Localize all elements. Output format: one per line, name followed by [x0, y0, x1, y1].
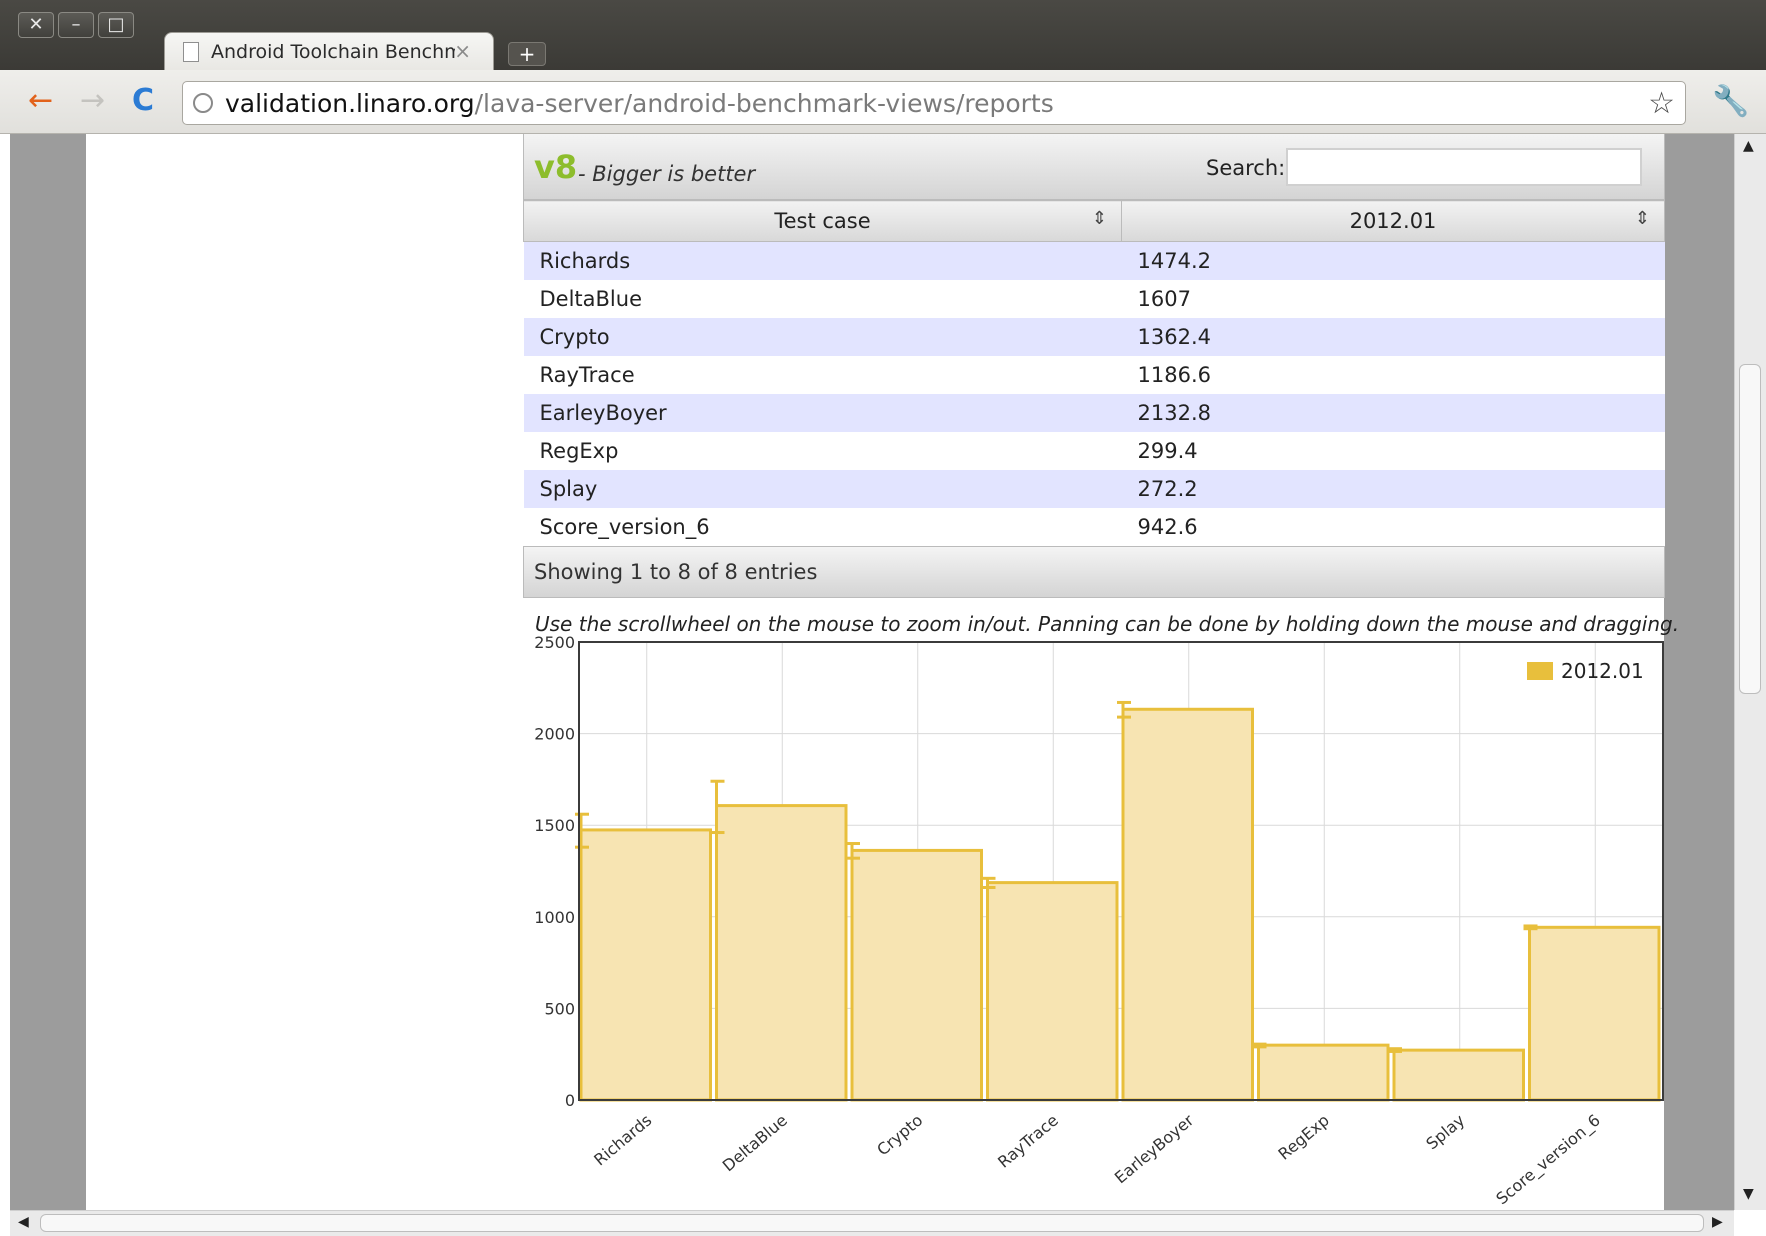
- scroll-left-icon[interactable]: ◀: [18, 1214, 29, 1230]
- y-tick-label: 2000: [534, 725, 575, 744]
- window-titlebar: ✕ – □ Android Toolchain Benchm × +: [0, 0, 1766, 72]
- reload-icon[interactable]: C: [132, 84, 154, 118]
- cell-value: 2132.8: [1121, 394, 1665, 432]
- scroll-right-icon[interactable]: ▶: [1712, 1214, 1723, 1230]
- cell-test-case: Splay: [523, 470, 1122, 508]
- sort-icon[interactable]: ⇕: [1635, 208, 1650, 229]
- page-icon: [183, 42, 199, 62]
- x-tick-label: Score_version_6: [1492, 1111, 1604, 1210]
- cell-test-case: RegExp: [523, 432, 1122, 470]
- legend-swatch: [1527, 662, 1553, 680]
- search-input[interactable]: [1286, 148, 1642, 186]
- browser-tab[interactable]: Android Toolchain Benchm ×: [164, 32, 494, 72]
- window-minimize-button[interactable]: –: [58, 12, 94, 38]
- cell-test-case: EarleyBoyer: [523, 394, 1122, 432]
- wrench-icon[interactable]: 🔧: [1712, 84, 1749, 119]
- bar: [1121, 707, 1254, 1102]
- column-header-label: 2012.01: [1349, 209, 1437, 233]
- bar: [1392, 1048, 1525, 1102]
- x-tick-label: Crypto: [873, 1111, 926, 1160]
- scroll-down-icon[interactable]: ▼: [1743, 1186, 1754, 1202]
- cell-value: 299.4: [1121, 432, 1665, 470]
- benchmark-panel: v8 - Bigger is better Search: Test case ⇕…: [523, 134, 1665, 598]
- cell-value: 272.2: [1121, 470, 1665, 508]
- benchmark-table: Test case ⇕ 2012.01 ⇕ Richards 1474.2 Delta…: [523, 200, 1665, 546]
- cell-test-case: Score_version_6: [523, 508, 1122, 546]
- new-tab-button[interactable]: +: [508, 42, 546, 66]
- y-tick-label: 1000: [534, 908, 575, 927]
- cell-test-case: Richards: [523, 241, 1122, 280]
- y-tick-label: 0: [565, 1091, 575, 1110]
- vertical-scroll-thumb[interactable]: [1739, 364, 1761, 694]
- browser-toolbar: ← → C validation.linaro.org/lava-server/…: [0, 70, 1766, 134]
- table-row: Richards 1474.2: [523, 241, 1665, 280]
- x-tick-label: Splay: [1422, 1111, 1468, 1154]
- forward-arrow-icon[interactable]: →: [80, 84, 105, 118]
- window-maximize-button[interactable]: □: [98, 12, 134, 38]
- tab-title: Android Toolchain Benchm: [211, 41, 455, 63]
- bar: [1257, 1043, 1390, 1102]
- benchmark-chart[interactable]: 0 500 1000 1500 2000 2500 Richards DeltaBlue Cry…: [523, 634, 1665, 1210]
- cell-value: 942.6: [1121, 508, 1665, 546]
- table-row: EarleyBoyer 2132.8: [523, 394, 1665, 432]
- chart-hint: Use the scrollwheel on the mouse to zoom…: [535, 612, 1680, 636]
- y-tick-label: 1500: [534, 816, 575, 835]
- bar: [715, 804, 848, 1102]
- x-tick-label: Richards: [590, 1111, 655, 1170]
- table-row: DeltaBlue 1607: [523, 280, 1665, 318]
- cell-test-case: Crypto: [523, 318, 1122, 356]
- table-row: Score_version_6 942.6: [523, 508, 1665, 546]
- horizontal-scroll-thumb[interactable]: [40, 1214, 1704, 1232]
- column-header-test-case[interactable]: Test case ⇕: [523, 200, 1122, 242]
- table-row: RegExp 299.4: [523, 432, 1665, 470]
- bar: [850, 848, 983, 1102]
- table-row: RayTrace 1186.6: [523, 356, 1665, 394]
- bar: [579, 828, 712, 1102]
- url-host: validation.linaro.org: [225, 89, 475, 118]
- tab-close-icon[interactable]: ×: [454, 39, 471, 63]
- x-tick-label: RegExp: [1275, 1111, 1333, 1164]
- column-header-label: Test case: [774, 209, 871, 233]
- page-content: v8 - Bigger is better Search: Test case ⇕…: [86, 134, 1679, 1210]
- window-close-button[interactable]: ✕: [18, 12, 54, 38]
- url-text[interactable]: validation.linaro.org/lava-server/androi…: [225, 89, 1054, 118]
- table-row: Crypto 1362.4: [523, 318, 1665, 356]
- search-label: Search:: [1206, 156, 1286, 180]
- benchmark-header: v8 - Bigger is better Search:: [523, 134, 1665, 200]
- bookmark-star-icon[interactable]: ☆: [1648, 86, 1675, 121]
- table-info-footer: Showing 1 to 8 of 8 entries: [523, 546, 1665, 598]
- horizontal-scrollbar[interactable]: ◀ ▶: [10, 1210, 1734, 1236]
- y-tick-label: 2500: [534, 634, 575, 652]
- cell-test-case: RayTrace: [523, 356, 1122, 394]
- bar: [986, 881, 1119, 1102]
- cell-value: 1607: [1121, 280, 1665, 318]
- scroll-up-icon[interactable]: ▲: [1743, 138, 1754, 154]
- x-tick-label: DeltaBlue: [719, 1111, 791, 1176]
- window-controls: ✕ – □: [18, 12, 134, 38]
- cell-value: 1186.6: [1121, 356, 1665, 394]
- column-header-2012-01[interactable]: 2012.01 ⇕: [1121, 200, 1665, 242]
- y-tick-label: 500: [544, 999, 575, 1018]
- benchmark-name: v8: [534, 148, 578, 186]
- x-tick-label: RayTrace: [994, 1111, 1062, 1172]
- bar: [1528, 925, 1661, 1102]
- back-arrow-icon[interactable]: ←: [28, 84, 53, 118]
- cell-value: 1474.2: [1121, 241, 1665, 280]
- vertical-scrollbar[interactable]: ▲ ▼: [1734, 134, 1766, 1210]
- address-bar[interactable]: validation.linaro.org/lava-server/androi…: [182, 81, 1686, 125]
- x-tick-label: EarleyBoyer: [1111, 1110, 1198, 1187]
- cell-test-case: DeltaBlue: [523, 280, 1122, 318]
- benchmark-subtitle: - Bigger is better: [578, 162, 756, 186]
- sort-icon[interactable]: ⇕: [1092, 208, 1107, 229]
- legend-label: 2012.01: [1561, 659, 1644, 683]
- page-viewport: v8 - Bigger is better Search: Test case ⇕…: [10, 134, 1734, 1210]
- url-path: /lava-server/android-benchmark-views/rep…: [474, 89, 1054, 118]
- globe-icon: [193, 93, 213, 113]
- cell-value: 1362.4: [1121, 318, 1665, 356]
- table-row: Splay 272.2: [523, 470, 1665, 508]
